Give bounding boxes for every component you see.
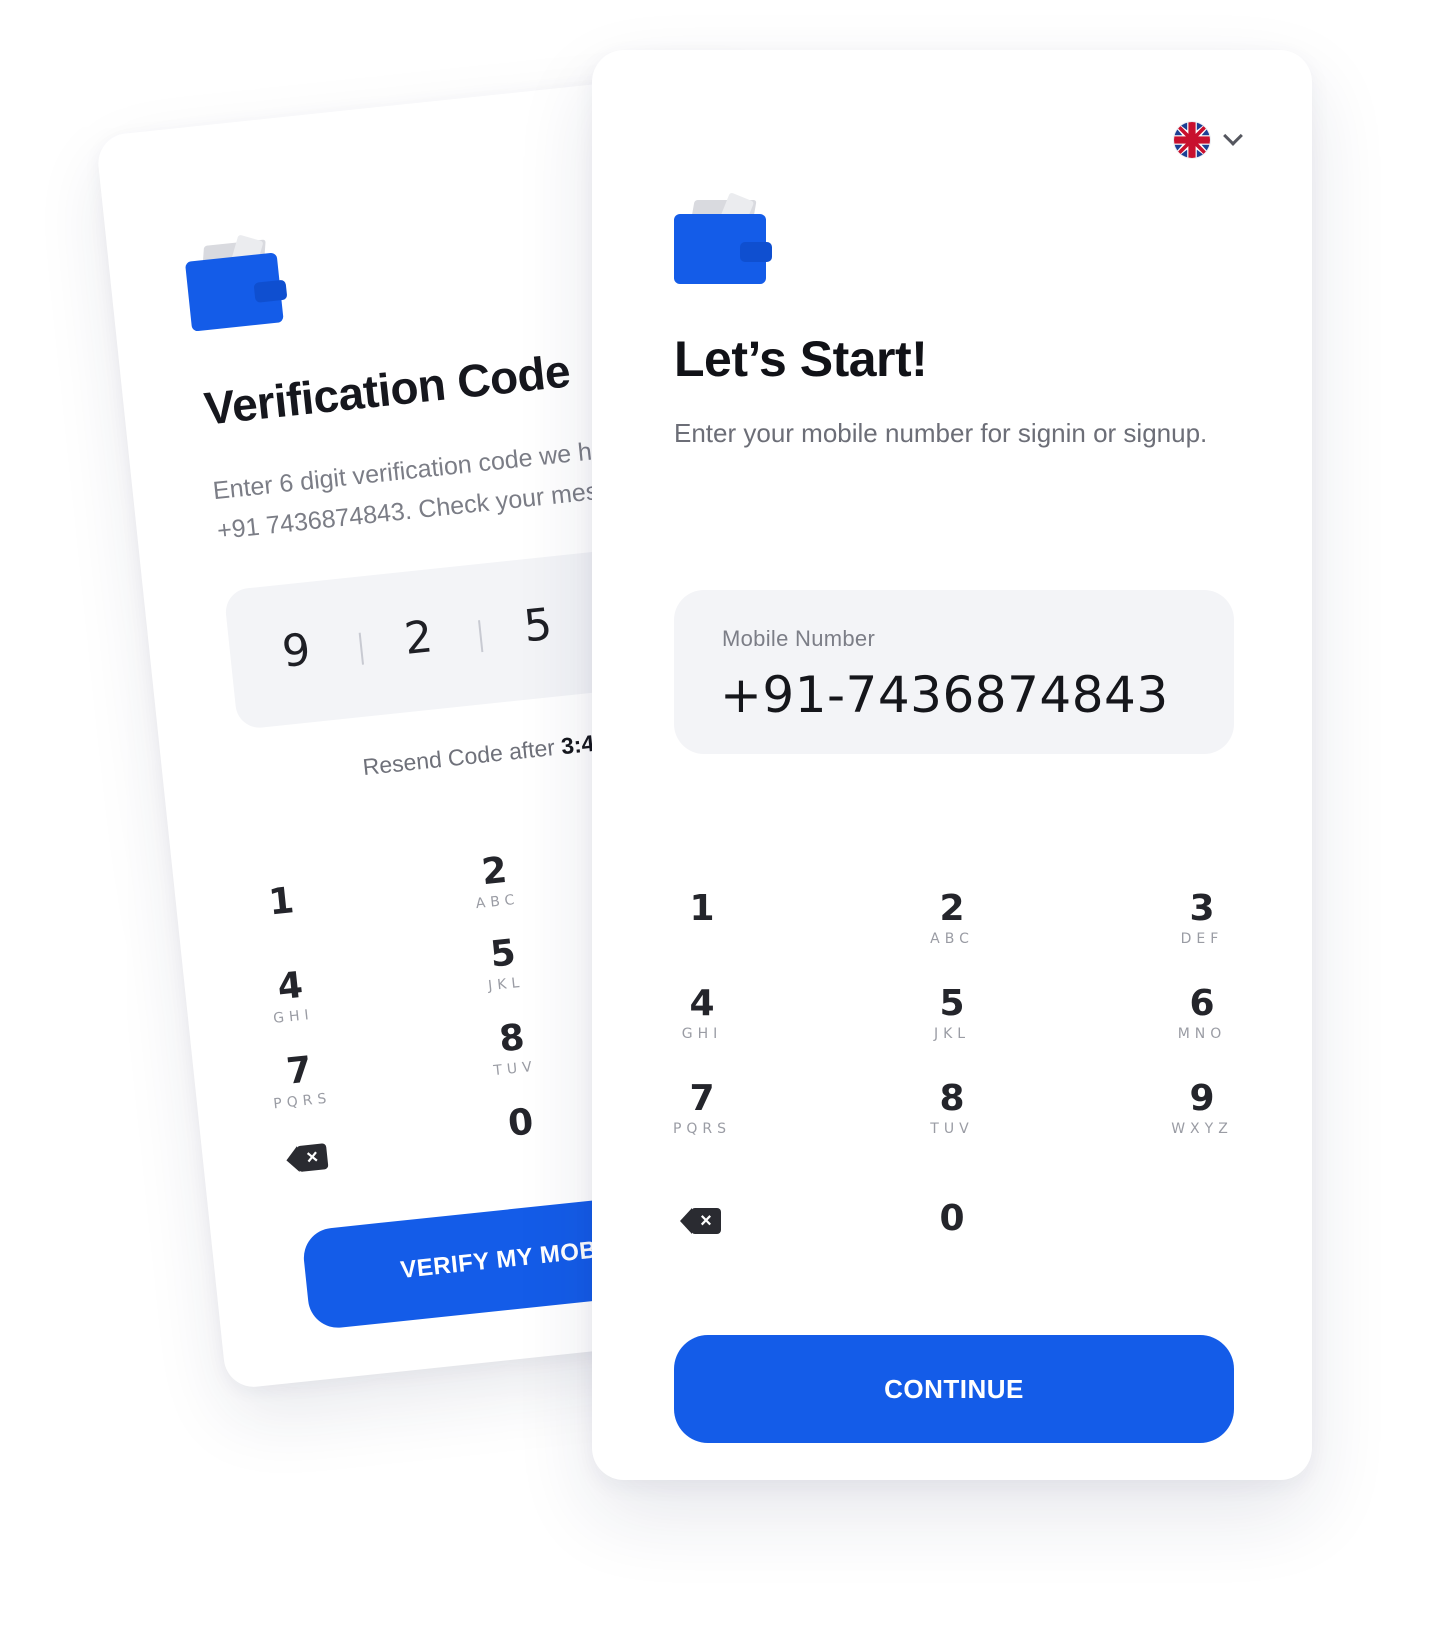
keypad-key-7[interactable]: 7 PQRS: [242, 1045, 358, 1115]
page-subtitle: Enter your mobile number for signin or s…: [674, 418, 1208, 448]
key-number: 0: [506, 1101, 536, 1145]
key-letters: MNO: [1177, 1026, 1227, 1042]
key-letters: DEF: [1180, 931, 1224, 947]
key-number: 0: [939, 1198, 965, 1239]
code-digit-2: 2: [401, 611, 436, 665]
key-letters: GHI: [681, 1026, 723, 1042]
code-separator: [478, 620, 484, 653]
key-letters: JKL: [933, 1026, 971, 1042]
keypad-key-2[interactable]: 2 ABC: [438, 845, 554, 915]
page-title: Let’s Start!: [674, 331, 928, 387]
keypad-key-4[interactable]: 4 GHI: [233, 960, 349, 1030]
key-number: 5: [939, 983, 965, 1024]
continue-button[interactable]: CONTINUE: [674, 1335, 1234, 1443]
key-letters: WXYZ: [1171, 1121, 1233, 1137]
uk-flag-icon: [1174, 122, 1210, 158]
key-letters: ABC: [930, 931, 974, 947]
keypad-key-8[interactable]: 8 TUV: [455, 1012, 571, 1082]
keypad-key-8[interactable]: 8 TUV: [897, 1078, 1007, 1137]
key-number: 9: [1189, 1078, 1215, 1119]
keypad-key-7[interactable]: 7 PQRS: [647, 1078, 757, 1137]
code-separator: [358, 632, 365, 665]
key-number: 3: [1189, 888, 1215, 929]
language-selector[interactable]: [1174, 122, 1243, 158]
key-number: 2: [939, 888, 965, 929]
mobile-number-value: +91-7436874843: [720, 666, 1169, 724]
key-letters: TUV: [930, 1121, 974, 1137]
mobile-number-label: Mobile Number: [722, 626, 876, 651]
keypad-backspace[interactable]: ×: [252, 1139, 365, 1181]
mobile-number-field[interactable]: Mobile Number +91-7436874843: [674, 590, 1234, 754]
wallet-icon: [674, 192, 772, 284]
keypad-key-4[interactable]: 4 GHI: [647, 983, 757, 1042]
backspace-icon: ×: [680, 1208, 721, 1234]
key-number: 1: [266, 880, 296, 924]
keypad-key-0[interactable]: 0: [464, 1097, 578, 1151]
wallet-icon: [183, 234, 288, 332]
keypad-key-6[interactable]: 6 MNO: [1147, 983, 1257, 1042]
keypad-key-1[interactable]: 1: [647, 888, 757, 931]
backspace-icon: ×: [285, 1143, 329, 1174]
verification-title: Verification Code: [201, 344, 573, 435]
chevron-down-icon: [1223, 126, 1243, 146]
code-digit-3: 5: [521, 598, 555, 653]
signin-card: Let’s Start! Enter your mobile number fo…: [592, 50, 1312, 1480]
keypad-key-5[interactable]: 5 JKL: [446, 928, 562, 998]
keypad-key-2[interactable]: 2 ABC: [897, 888, 1007, 947]
code-digit-1: 9: [279, 624, 313, 678]
keypad-key-5[interactable]: 5 JKL: [897, 983, 1007, 1042]
key-number: 6: [1189, 983, 1215, 1024]
resend-label: Resend Code after: [361, 734, 557, 781]
key-number: 8: [939, 1078, 965, 1119]
key-number: 1: [689, 888, 715, 929]
key-letters: PQRS: [672, 1121, 732, 1137]
keypad-backspace[interactable]: ×: [647, 1208, 757, 1239]
key-number: 7: [689, 1078, 715, 1119]
keypad-key-0[interactable]: 0: [897, 1198, 1007, 1241]
keypad-key-1[interactable]: 1: [225, 876, 339, 930]
keypad-key-3[interactable]: 3 DEF: [1147, 888, 1257, 947]
key-number: 4: [689, 983, 715, 1024]
keypad-key-9[interactable]: 9 WXYZ: [1147, 1078, 1257, 1137]
